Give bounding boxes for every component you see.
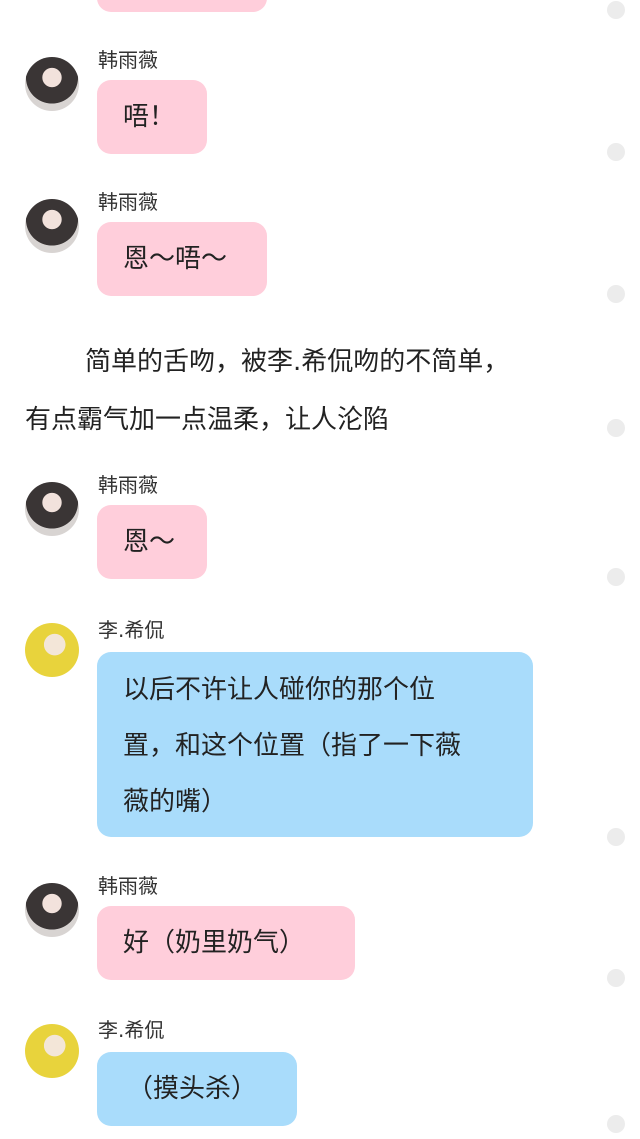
select-radio[interactable] — [607, 419, 625, 437]
select-radio[interactable] — [607, 568, 625, 586]
avatar-han-yuwei[interactable] — [25, 482, 79, 536]
message-bubble[interactable]: 以后不许让人碰你的那个位 置，和这个位置（指了一下薇 薇的嘴） — [97, 652, 533, 837]
narration-line-2: 有点霸气加一点温柔，让人沦陷 — [25, 405, 390, 435]
sender-name: 李.希侃 — [98, 618, 165, 642]
message-line: 置，和这个位置（指了一下薇 — [123, 731, 462, 761]
avatar-li-xikan[interactable] — [25, 1024, 79, 1078]
narration-line-1: 简单的舌吻，被李.希侃吻的不简单， — [85, 347, 510, 377]
message-bubble[interactable]: 唔！ — [97, 80, 207, 154]
select-radio[interactable] — [607, 285, 625, 303]
select-radio[interactable] — [607, 969, 625, 987]
message-line: 薇的嘴） — [123, 787, 228, 817]
select-radio[interactable] — [607, 143, 625, 161]
message-bubble[interactable]: 好（奶里奶气） — [97, 906, 355, 980]
avatar-li-xikan[interactable] — [25, 623, 79, 677]
sender-name: 韩雨薇 — [98, 190, 158, 214]
sender-name: 李.希侃 — [98, 1018, 165, 1042]
message-bubble[interactable]: 恩～ — [97, 505, 207, 579]
sender-name: 韩雨薇 — [98, 48, 158, 72]
select-radio[interactable] — [607, 1115, 625, 1133]
sender-name: 韩雨薇 — [98, 473, 158, 497]
avatar-han-yuwei[interactable] — [25, 57, 79, 111]
cut-off-bubble — [97, 0, 267, 12]
avatar-han-yuwei[interactable] — [25, 883, 79, 937]
select-radio[interactable] — [607, 828, 625, 846]
message-line: 以后不许让人碰你的那个位 — [123, 675, 436, 705]
sender-name: 韩雨薇 — [98, 874, 158, 898]
message-bubble[interactable]: 恩～唔～ — [97, 222, 267, 296]
message-bubble[interactable]: （摸头杀） — [97, 1052, 297, 1126]
avatar-han-yuwei[interactable] — [25, 199, 79, 253]
select-radio[interactable] — [607, 1, 625, 19]
